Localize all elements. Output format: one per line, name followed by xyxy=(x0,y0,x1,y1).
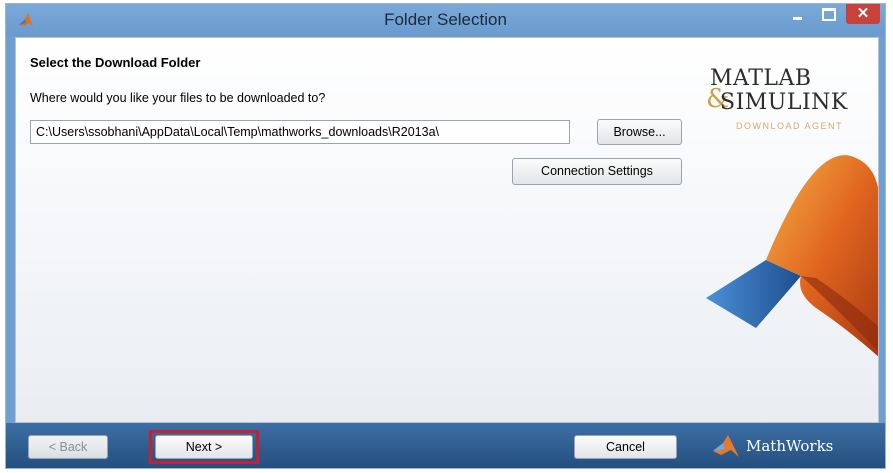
close-icon: ✕ xyxy=(856,5,870,22)
maximize-icon xyxy=(822,8,836,21)
matlab-membrane-logo xyxy=(706,155,878,357)
maximize-button[interactable] xyxy=(814,4,842,26)
download-location-question: Where would you like your files to be do… xyxy=(30,91,326,105)
download-agent-subtitle: DOWNLOAD AGENT xyxy=(736,121,844,131)
close-button[interactable]: ✕ xyxy=(846,4,880,24)
title-bar[interactable]: Folder Selection ✕ xyxy=(6,4,885,36)
window-title: Folder Selection xyxy=(384,10,507,29)
folder-selection-window: Folder Selection ✕ Select the Download F… xyxy=(5,3,886,469)
mathworks-wordmark: MathWorks xyxy=(746,437,834,455)
simulink-wordmark: SIMULINK xyxy=(720,90,848,115)
page-heading: Select the Download Folder xyxy=(30,55,201,70)
connection-settings-button[interactable]: Connection Settings xyxy=(512,158,682,185)
minimize-icon xyxy=(793,17,802,20)
next-button[interactable]: Next > xyxy=(155,435,253,459)
back-button[interactable]: < Back xyxy=(28,435,108,459)
wizard-footer: < Back Next > Cancel MathWorks xyxy=(6,423,885,468)
mathworks-logo-icon xyxy=(713,435,739,457)
download-folder-input[interactable] xyxy=(30,120,570,144)
cancel-button[interactable]: Cancel xyxy=(574,435,677,459)
content-panel: Select the Download Folder Where would y… xyxy=(15,37,879,423)
browse-button[interactable]: Browse... xyxy=(597,119,682,145)
minimize-button[interactable] xyxy=(782,4,812,26)
